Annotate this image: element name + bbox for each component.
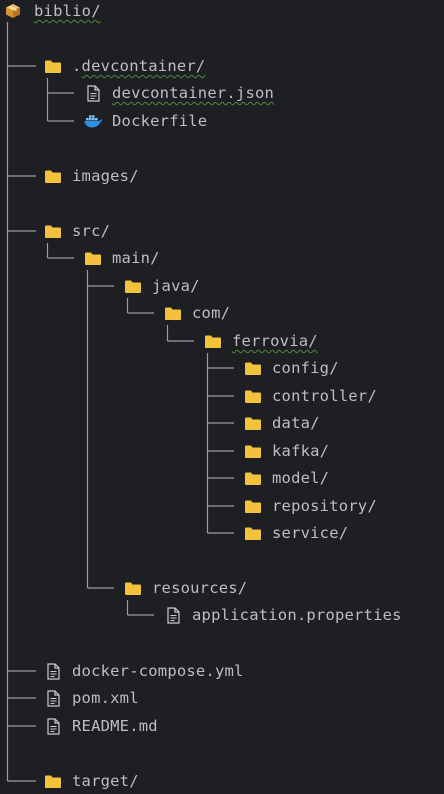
- folder-icon: [243, 414, 263, 432]
- file-name: docker-compose.yml: [72, 662, 244, 680]
- folder-icon: [83, 249, 103, 267]
- tree-row-dockerfile[interactable]: Dockerfile: [83, 110, 207, 132]
- folder-name: data/: [272, 414, 320, 432]
- tree-row-service[interactable]: service/: [243, 522, 348, 544]
- tree-row-docker-compose[interactable]: docker-compose.yml: [43, 660, 244, 682]
- tree-row-target[interactable]: target/: [43, 770, 139, 792]
- folder-icon: [243, 524, 263, 542]
- folder-name: repository/: [272, 497, 377, 515]
- tree-row-application-properties[interactable]: application.properties: [163, 604, 402, 626]
- docker-icon: [83, 112, 103, 130]
- tree-row-ferrovia[interactable]: ferrovia/: [203, 330, 318, 352]
- tree-row-data[interactable]: data/: [243, 412, 320, 434]
- tree-row-resources[interactable]: resources/: [123, 577, 247, 599]
- tree-row-devcontainer[interactable]: .devcontainer/: [43, 55, 205, 77]
- folder-icon: [243, 359, 263, 377]
- tree-row-devcontainer-json[interactable]: devcontainer.json: [83, 82, 274, 104]
- folder-name: com/: [192, 304, 231, 322]
- tree-row-repository[interactable]: repository/: [243, 495, 377, 517]
- folder-icon: [163, 304, 183, 322]
- folder-icon: [43, 57, 63, 75]
- file-name: Dockerfile: [112, 112, 208, 130]
- folder-icon: [43, 222, 63, 240]
- tree-row-biblio[interactable]: biblio/: [3, 0, 101, 22]
- folder-name: model/: [272, 469, 330, 487]
- folder-icon: [43, 772, 63, 790]
- folder-name: .devcontainer/: [72, 57, 206, 75]
- tree-row-src[interactable]: src/: [43, 220, 110, 242]
- file-name: README.md: [72, 717, 158, 735]
- folder-icon: [243, 387, 263, 405]
- tree-row-readme[interactable]: README.md: [43, 715, 158, 737]
- file-name: pom.xml: [72, 689, 139, 707]
- folder-icon: [123, 579, 143, 597]
- folder-name: resources/: [152, 579, 248, 597]
- package-icon: [3, 2, 23, 20]
- tree-row-config[interactable]: config/: [243, 357, 339, 379]
- file-icon: [163, 606, 183, 624]
- tree-row-com[interactable]: com/: [163, 302, 230, 324]
- folder-icon: [243, 442, 263, 460]
- tree-row-model[interactable]: model/: [243, 467, 329, 489]
- tree-row-main[interactable]: main/: [83, 247, 160, 269]
- folder-name: biblio/: [34, 2, 101, 20]
- folder-name: src/: [72, 222, 111, 240]
- tree-row-java[interactable]: java/: [123, 275, 200, 297]
- folder-name: service/: [272, 524, 349, 542]
- folder-icon: [123, 277, 143, 295]
- file-name: application.properties: [192, 606, 402, 624]
- tree-row-kafka[interactable]: kafka/: [243, 440, 329, 462]
- folder-icon: [203, 332, 223, 350]
- file-icon: [43, 662, 63, 680]
- folder-icon: [43, 167, 63, 185]
- file-icon: [43, 689, 63, 707]
- folder-name: target/: [72, 772, 139, 790]
- folder-name: config/: [272, 359, 339, 377]
- folder-name-devcontainer: devcontainer/: [81, 57, 206, 75]
- tree-row-controller[interactable]: controller/: [243, 385, 377, 407]
- folder-name: ferrovia/: [232, 332, 318, 350]
- tree-row-images[interactable]: images/: [43, 165, 139, 187]
- folder-name: java/: [152, 277, 200, 295]
- file-icon: [83, 84, 103, 102]
- file-icon: [43, 717, 63, 735]
- folder-icon: [243, 469, 263, 487]
- folder-icon: [243, 497, 263, 515]
- file-name: devcontainer.json: [112, 84, 275, 102]
- folder-name: kafka/: [272, 442, 330, 460]
- folder-name: main/: [112, 249, 160, 267]
- folder-name: controller/: [272, 387, 377, 405]
- tree-row-pom[interactable]: pom.xml: [43, 687, 139, 709]
- folder-name: images/: [72, 167, 139, 185]
